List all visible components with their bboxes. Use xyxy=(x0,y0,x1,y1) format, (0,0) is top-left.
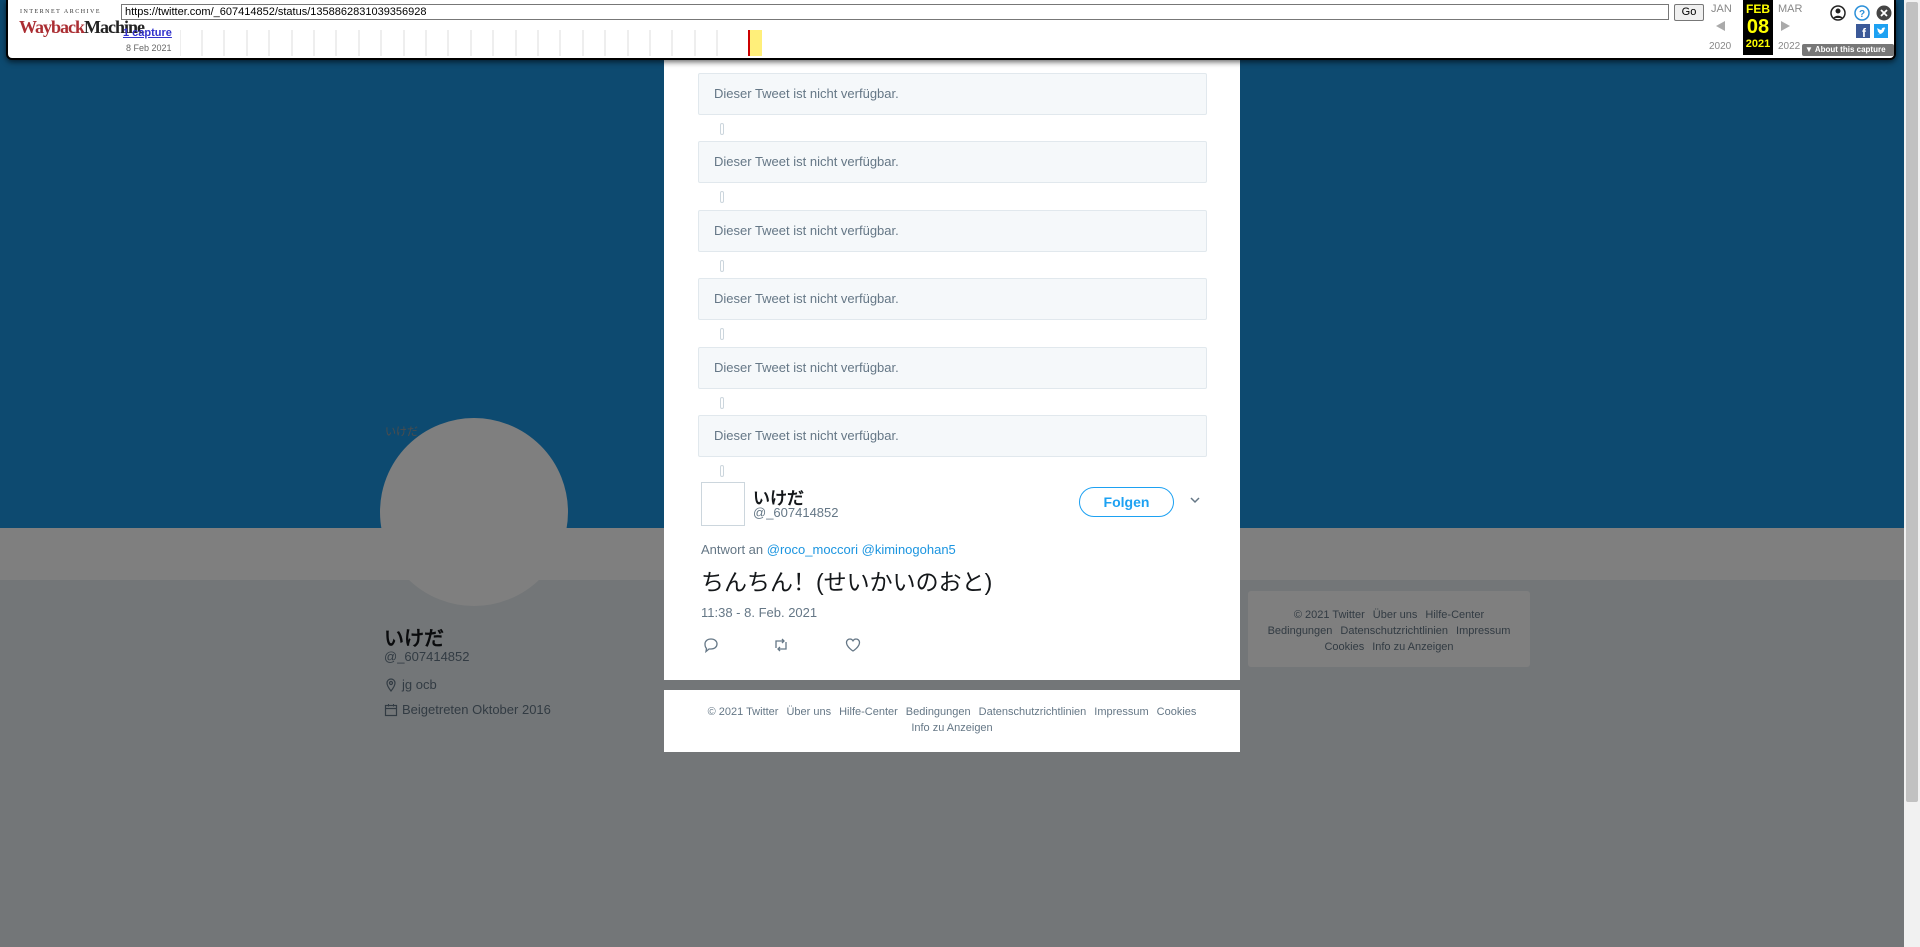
tweet-author-handle[interactable]: @_607414852 xyxy=(753,505,839,520)
chevron-down-icon[interactable] xyxy=(1190,495,1200,505)
tweet-text: ちんちん！(せいかいのおと) xyxy=(701,569,993,595)
wayback-next-month[interactable]: MAR xyxy=(1778,3,1802,15)
unavailable-tweet: Dieser Tweet ist nicht verfügbar. xyxy=(698,278,1207,320)
unavailable-tweet: Dieser Tweet ist nicht verfügbar. xyxy=(698,73,1207,115)
heart-icon[interactable] xyxy=(844,636,862,654)
wayback-go-button[interactable]: Go xyxy=(1674,4,1704,21)
thread-connector xyxy=(720,397,724,409)
wayback-calendar-nav: JAN 2020 FEB 08 2021 MAR 2022 xyxy=(1708,0,1802,56)
unavailable-tweet: Dieser Tweet ist nicht verfügbar. xyxy=(698,141,1207,183)
chevron-right-icon[interactable] xyxy=(1780,20,1792,32)
modal-footer: © 2021 Twitter Über uns Hilfe-Center Beding… xyxy=(664,690,1240,752)
twitter-icon[interactable] xyxy=(1874,24,1888,38)
thread-connector xyxy=(720,465,724,477)
thread-connector xyxy=(720,328,724,340)
tweet-author-avatar[interactable] xyxy=(701,482,745,526)
wayback-current-day: 08 xyxy=(1746,16,1770,38)
wayback-logo-caption: INTERNET ARCHIVE xyxy=(20,9,102,15)
svg-text:?: ? xyxy=(1859,9,1865,20)
wayback-prev-year[interactable]: 2020 xyxy=(1709,41,1731,52)
wayback-toolbar: INTERNET ARCHIVE WaybackMachine https://… xyxy=(6,0,1896,60)
wayback-current-month: FEB xyxy=(1746,2,1770,16)
footer-link-about[interactable]: Über uns xyxy=(786,706,831,718)
footer-link-terms[interactable]: Bedingungen xyxy=(906,706,971,718)
unavailable-tweet: Dieser Tweet ist nicht verfügbar. xyxy=(698,210,1207,252)
wayback-capture-date: 8 Feb 2021 xyxy=(126,43,172,53)
help-icon[interactable]: ? xyxy=(1854,5,1870,21)
wayback-url-input[interactable]: https://twitter.com/_607414852/status/13… xyxy=(121,4,1669,20)
reply-user-link[interactable]: @roco_moccori xyxy=(767,542,858,557)
thread-connector xyxy=(720,191,724,203)
close-icon[interactable] xyxy=(1876,5,1892,21)
reply-context: Antwort an @roco_moccori @kiminogohan5 xyxy=(701,542,956,557)
facebook-icon[interactable]: f xyxy=(1856,24,1870,38)
reply-prefix: Antwort an xyxy=(701,542,764,557)
tweet-timestamp[interactable]: 11:38 - 8. Feb. 2021 xyxy=(701,605,817,620)
wayback-next-year[interactable]: 2022 xyxy=(1778,41,1800,52)
wayback-logo-way: Wayback xyxy=(19,17,85,37)
unavailable-tweet: Dieser Tweet ist nicht verfügbar. xyxy=(698,347,1207,389)
user-icon[interactable] xyxy=(1830,5,1846,21)
footer-link-privacy[interactable]: Datenschutzrichtlinien xyxy=(979,706,1087,718)
thread-connector xyxy=(720,123,724,135)
chevron-left-icon[interactable] xyxy=(1714,20,1726,32)
thread-connector xyxy=(720,260,724,272)
footer-link-imprint[interactable]: Impressum xyxy=(1094,706,1148,718)
reply-user-link[interactable]: @kiminogohan5 xyxy=(862,542,956,557)
footer-link-help[interactable]: Hilfe-Center xyxy=(839,706,898,718)
scrollbar-thumb[interactable] xyxy=(1906,2,1918,802)
wayback-capture-sparkline[interactable] xyxy=(180,30,762,56)
wayback-about-capture[interactable]: ▼ About this capture xyxy=(1802,44,1894,56)
follow-button[interactable]: Folgen xyxy=(1079,487,1174,517)
wayback-current-date: FEB 08 2021 xyxy=(1743,0,1773,55)
reply-icon[interactable] xyxy=(702,636,720,654)
wayback-prev-month[interactable]: JAN xyxy=(1711,3,1732,15)
footer-link-cookies[interactable]: Cookies xyxy=(1157,706,1197,718)
footer-link-ads[interactable]: Info zu Anzeigen xyxy=(911,722,992,734)
unavailable-tweet: Dieser Tweet ist nicht verfügbar. xyxy=(698,415,1207,457)
retweet-icon[interactable] xyxy=(772,636,790,654)
wayback-current-year: 2021 xyxy=(1745,38,1771,50)
footer-copyright: © 2021 Twitter xyxy=(707,706,779,718)
tweet-permalink-modal: Dieser Tweet ist nicht verfügbar. Dieser… xyxy=(664,58,1240,680)
wayback-captures-link[interactable]: 1 capture xyxy=(123,27,172,39)
